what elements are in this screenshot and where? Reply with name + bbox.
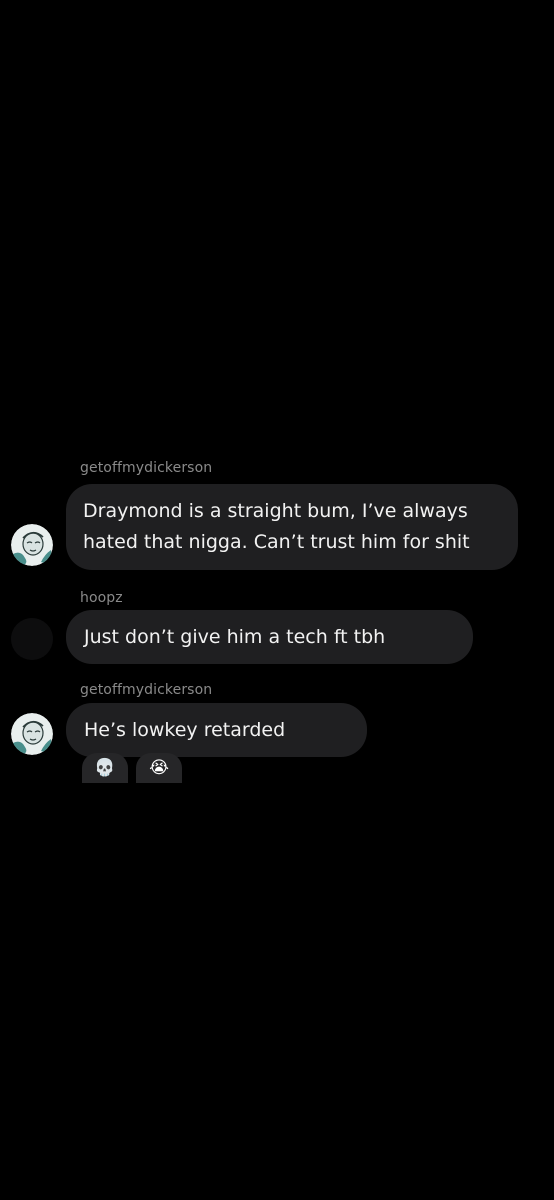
- skull-emoji-icon: 💀: [94, 758, 116, 778]
- message-sender-name: getoffmydickerson: [80, 460, 213, 476]
- message-sender-name: getoffmydickerson: [80, 682, 213, 698]
- message-line: hated that nigga. Can’t trust him for sh…: [83, 531, 470, 553]
- message-line: Draymond is a straight bum, I’ve always: [83, 500, 468, 522]
- message-text: Draymond is a straight bum, I’ve always …: [83, 496, 470, 558]
- loudly-crying-face-emoji-icon: 😭: [149, 758, 169, 778]
- message-bubble[interactable]: Just don’t give him a tech ft tbh: [66, 610, 473, 664]
- user-avatar[interactable]: [11, 524, 53, 566]
- message-sender-name: hoopz: [80, 590, 123, 606]
- avatar-character-icon: [11, 524, 53, 566]
- message-bubble[interactable]: He’s lowkey retarded: [66, 703, 367, 757]
- message-bubble[interactable]: Draymond is a straight bum, I’ve always …: [66, 484, 518, 570]
- avatar-placeholder-icon: [11, 618, 53, 660]
- message-text: Just don’t give him a tech ft tbh: [84, 625, 386, 648]
- reaction-skull[interactable]: 💀: [82, 753, 128, 783]
- chat-thread: getoffmydickerson Draymond is a straight…: [0, 0, 554, 1200]
- user-avatar[interactable]: [11, 618, 53, 660]
- avatar-character-icon: [11, 713, 53, 755]
- user-avatar[interactable]: [11, 713, 53, 755]
- reaction-crying[interactable]: 😭: [136, 753, 182, 783]
- message-text: He’s lowkey retarded: [84, 718, 286, 741]
